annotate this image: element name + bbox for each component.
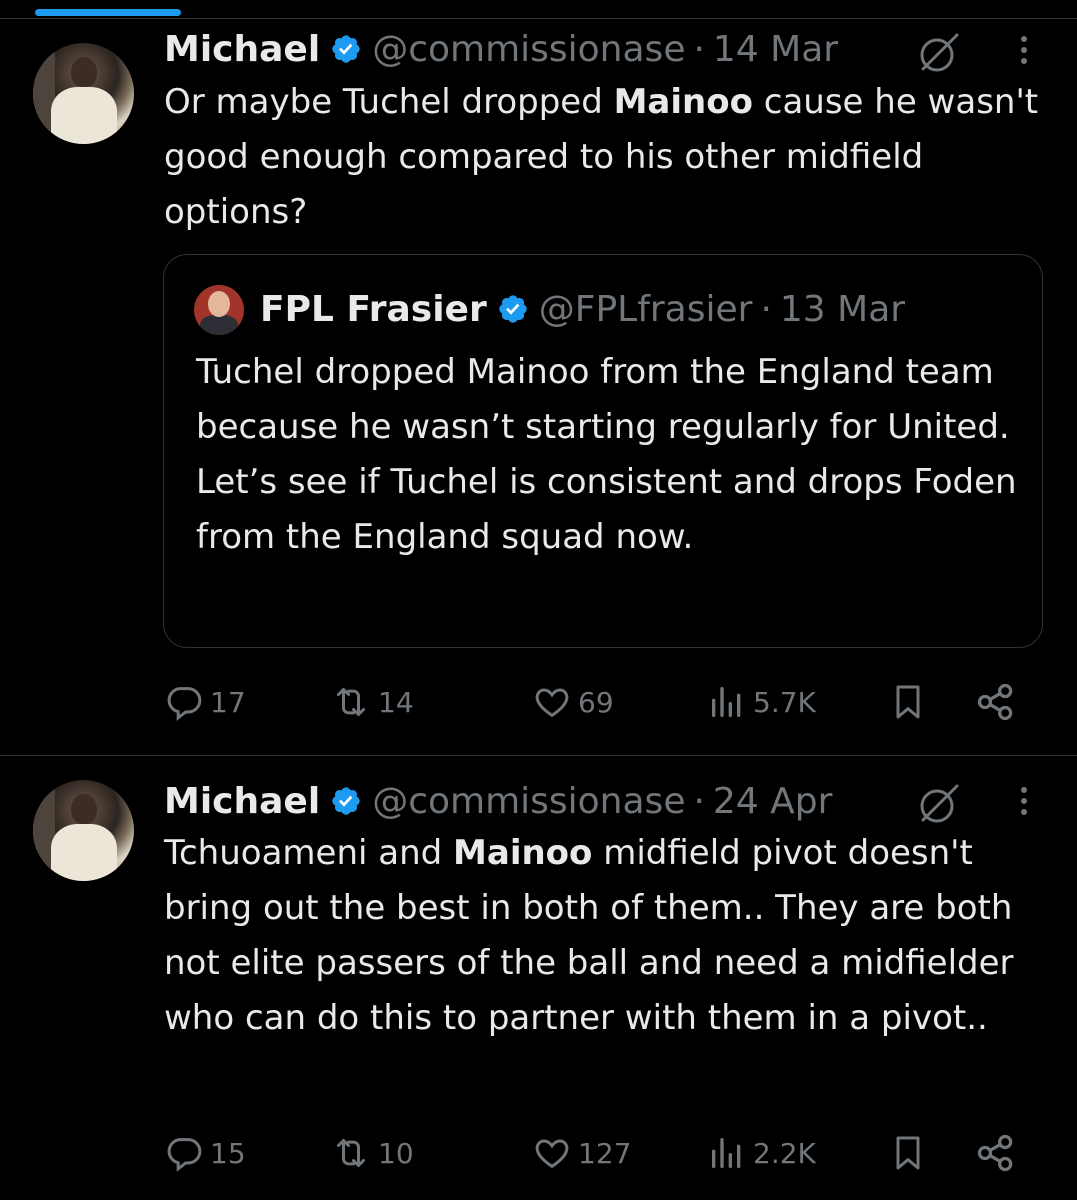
- quote-header: FPL Frasier @FPLfrasier · 13 Mar: [260, 284, 905, 334]
- bookmark-icon: [896, 685, 920, 719]
- quote-author-handle[interactable]: @FPLfrasier: [539, 289, 753, 330]
- bookmark-button[interactable]: [888, 677, 928, 727]
- quote-avatar[interactable]: [194, 285, 244, 335]
- more-vertical-icon[interactable]: [1017, 784, 1031, 824]
- tweet-text: Tchuoameni and Mainoo midfield pivot doe…: [164, 833, 1014, 1038]
- like-button[interactable]: 69: [532, 677, 614, 727]
- tweet-text: Or maybe Tuchel dropped Mainoo cause he …: [164, 82, 1039, 232]
- tweet-header: Michael @commissionase · 24 Apr: [164, 776, 832, 826]
- share-button[interactable]: [974, 677, 1018, 727]
- repost-button[interactable]: 14: [330, 677, 414, 727]
- share-icon: [977, 683, 1013, 721]
- separator: ·: [693, 780, 705, 822]
- views-icon: [712, 1138, 741, 1168]
- share-button[interactable]: [974, 1128, 1018, 1178]
- like-button[interactable]: 127: [532, 1128, 631, 1178]
- repost-count: 10: [378, 1136, 414, 1170]
- more-vertical-icon[interactable]: [1017, 33, 1031, 73]
- reply-count: 17: [210, 685, 246, 719]
- views-icon: [712, 687, 741, 717]
- avatar[interactable]: [33, 43, 134, 144]
- reply-button[interactable]: 17: [164, 677, 246, 727]
- verified-badge-icon: [330, 785, 362, 817]
- tweet[interactable]: Michael @commissionase · 14 Mar Or maybe…: [0, 19, 1077, 755]
- grok-icon[interactable]: [915, 29, 963, 81]
- heart-icon: [535, 688, 569, 718]
- like-count: 127: [578, 1136, 632, 1170]
- verified-badge-icon: [497, 293, 529, 325]
- tweet-header: Michael @commissionase · 14 Mar: [164, 24, 838, 74]
- reply-icon: [167, 1138, 202, 1172]
- like-count: 69: [578, 685, 614, 719]
- separator: ·: [693, 28, 705, 70]
- tab-indicator: [35, 9, 181, 16]
- timestamp[interactable]: 14 Mar: [713, 29, 838, 70]
- repost-icon: [337, 1139, 365, 1167]
- reply-icon: [167, 687, 202, 721]
- author-name[interactable]: Michael: [164, 29, 320, 70]
- avatar[interactable]: [33, 780, 134, 881]
- author-name[interactable]: Michael: [164, 781, 320, 822]
- author-handle[interactable]: @commissionase: [372, 29, 685, 70]
- views-count: 2.2K: [753, 1136, 816, 1170]
- share-icon: [977, 1134, 1013, 1172]
- tweet[interactable]: Michael @commissionase · 24 Apr Tchuoame…: [0, 756, 1077, 1200]
- timestamp[interactable]: 24 Apr: [713, 781, 833, 822]
- bookmark-button[interactable]: [888, 1128, 928, 1178]
- quote-timestamp[interactable]: 13 Mar: [780, 289, 905, 330]
- action-bar: 17 14 69 5.7K: [164, 677, 1034, 727]
- reply-button[interactable]: 15: [164, 1128, 246, 1178]
- repost-icon: [337, 688, 365, 716]
- grok-icon[interactable]: [915, 780, 963, 832]
- views-count: 5.7K: [753, 685, 816, 719]
- reply-count: 15: [210, 1136, 246, 1170]
- quote-text: Tuchel dropped Mainoo from the England t…: [196, 352, 1017, 557]
- bookmark-icon: [896, 1136, 920, 1170]
- timeline: Michael @commissionase · 14 Mar Or maybe…: [0, 0, 1077, 1200]
- action-bar: 15 10 127 2.2K: [164, 1128, 1034, 1178]
- separator: ·: [760, 288, 772, 330]
- repost-button[interactable]: 10: [330, 1128, 414, 1178]
- repost-count: 14: [378, 685, 414, 719]
- views-button[interactable]: 2.2K: [707, 1128, 816, 1178]
- heart-icon: [535, 1139, 569, 1169]
- verified-badge-icon: [330, 33, 362, 65]
- quoted-tweet[interactable]: FPL Frasier @FPLfrasier · 13 Mar Tuchel …: [163, 254, 1043, 648]
- author-handle[interactable]: @commissionase: [372, 781, 685, 822]
- views-button[interactable]: 5.7K: [707, 677, 816, 727]
- quote-author-name[interactable]: FPL Frasier: [260, 289, 487, 330]
